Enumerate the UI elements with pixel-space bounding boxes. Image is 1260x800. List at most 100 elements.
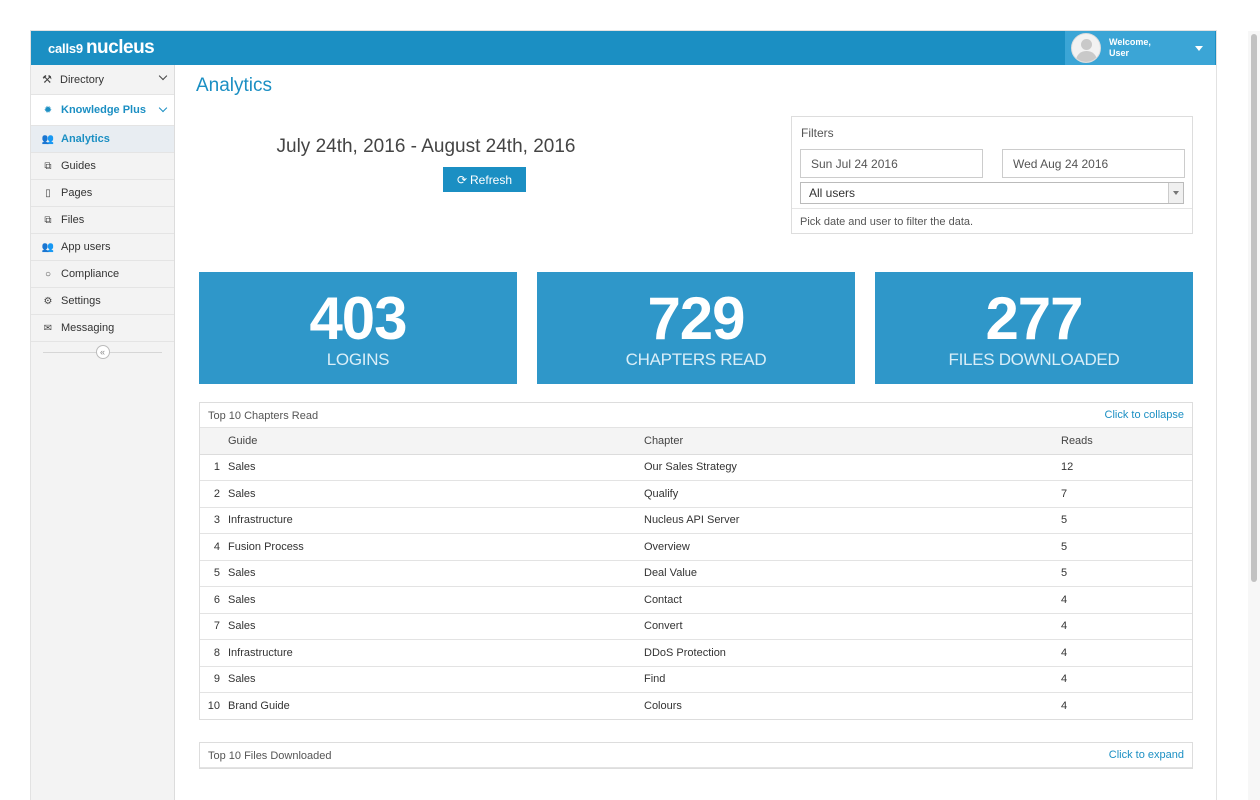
stat-value: 729 xyxy=(647,285,745,352)
stat-card-chapters-read: 729 CHAPTERS READ xyxy=(537,272,855,384)
refresh-icon: ⟳ xyxy=(456,172,468,187)
envelope-icon: ✉ xyxy=(43,322,53,334)
cell-chapter: Convert xyxy=(644,613,1061,640)
cell-guide: Infrastructure xyxy=(228,639,644,667)
sidebar-item-label: Directory xyxy=(60,73,105,86)
cell-reads: 5 xyxy=(1061,560,1192,587)
collapse-sidebar-button[interactable]: « xyxy=(95,345,110,359)
chevron-down-icon xyxy=(158,71,168,81)
sidebar-item-compliance[interactable]: ○ Compliance xyxy=(31,261,174,288)
sidebar-item-label: Analytics xyxy=(61,133,110,145)
app-window: calls9 nucleus Welcome, User ⚒ Directory … xyxy=(31,31,1216,800)
cell-guide: Sales xyxy=(228,666,644,693)
sidebar-item-settings[interactable]: ⚙ Settings xyxy=(31,288,174,315)
date-range: July 24th, 2016 - August 24th, 2016 xyxy=(276,136,576,157)
table-row: 9 Sales Find 4 xyxy=(200,666,1192,693)
scrollbar-thumb[interactable] xyxy=(1251,34,1257,582)
cell-guide: Brand Guide xyxy=(228,700,290,712)
sidebar-item-label: Pages xyxy=(61,187,93,199)
sidebar-item-messaging[interactable]: ✉ Messaging xyxy=(31,315,174,342)
scrollbar[interactable] xyxy=(1248,31,1260,800)
cell-chapter: Our Sales Strategy xyxy=(644,454,1061,481)
start-date-input[interactable] xyxy=(800,149,983,178)
table-row: 2 Sales Qualify 7 xyxy=(200,480,1192,508)
sidebar-item-directory[interactable]: ⚒ Directory xyxy=(31,65,174,95)
sidebar-item-guides[interactable]: ⧉ Guides xyxy=(31,153,174,180)
avatar xyxy=(1071,33,1101,63)
cell-chapter: Qualify xyxy=(644,480,1061,508)
select-arrow-icon xyxy=(1168,183,1183,203)
cell-chapter: Find xyxy=(644,666,1061,693)
cell-reads: 4 xyxy=(1061,666,1192,693)
table-row: 10 Brand Guide Colours 4 xyxy=(200,693,1192,720)
collapse-link[interactable]: Click to collapse xyxy=(1105,409,1184,421)
top-bar: calls9 nucleus Welcome, User xyxy=(31,31,1216,65)
sidebar-item-pages[interactable]: ▯ Pages xyxy=(31,180,174,207)
cell-guide: Sales xyxy=(228,454,644,481)
sidebar-item-files[interactable]: ⧉ Files xyxy=(31,207,174,234)
stat-card-logins: 403 LOGINS xyxy=(199,272,517,384)
sidebar-item-app-users[interactable]: 👥 App users xyxy=(31,234,174,261)
table-row: 7 Sales Convert 4 xyxy=(200,613,1192,640)
sidebar-item-label: Compliance xyxy=(61,268,120,280)
stat-label: LOGINS xyxy=(326,350,390,369)
cell-reads: 4 xyxy=(1061,700,1068,712)
sidebar-item-label: Settings xyxy=(61,295,101,307)
badge-icon: ✹ xyxy=(43,104,53,116)
cell-rank: 6 xyxy=(200,586,228,614)
stat-label: FILES DOWNLOADED xyxy=(948,350,1120,369)
cell-chapter: DDoS Protection xyxy=(644,639,1061,667)
welcome-text: Welcome, User xyxy=(1109,37,1151,58)
cell-chapter: Deal Value xyxy=(644,560,1061,587)
filters-hint: Pick date and user to filter the data. xyxy=(792,208,1192,235)
users-icon: 👥 xyxy=(41,241,55,253)
sidebar-section-knowledge-plus[interactable]: ✹ Knowledge Plus xyxy=(31,95,174,126)
cell-chapter: Nucleus API Server xyxy=(644,507,1061,534)
filters-panel: Filters All users Pick date and user to … xyxy=(791,116,1193,234)
copy-icon: ⧉ xyxy=(44,214,52,226)
table-row: 6 Sales Contact 4 xyxy=(200,586,1192,614)
column-header-chapter[interactable]: Chapter xyxy=(644,428,1061,455)
expand-link[interactable]: Click to expand xyxy=(1109,749,1184,761)
cell-guide: Sales xyxy=(228,586,644,614)
cell-reads: 7 xyxy=(1061,480,1192,508)
cell-rank: 1 xyxy=(200,454,228,481)
user-select[interactable]: All users xyxy=(800,182,1184,204)
table-row: 3 Infrastructure Nucleus API Server 5 xyxy=(200,507,1192,534)
end-date-input[interactable] xyxy=(1002,149,1185,178)
cell-guide: Fusion Process xyxy=(228,533,644,561)
top-files-panel: Top 10 Files Downloaded Click to expand xyxy=(199,742,1193,769)
user-menu[interactable]: Welcome, User xyxy=(1065,31,1215,65)
cell-guide: Sales xyxy=(228,613,644,640)
cell-guide: Sales xyxy=(228,480,644,508)
table-row: 1 Sales Our Sales Strategy 12 xyxy=(200,454,1192,481)
chevron-down-icon xyxy=(1195,45,1203,51)
users-icon: 👥 xyxy=(41,133,55,145)
sidebar-item-analytics[interactable]: 👥 Analytics xyxy=(31,126,174,153)
chevron-down-icon xyxy=(158,103,168,113)
copy-icon: ⧉ xyxy=(44,160,52,172)
table-row: 4 Fusion Process Overview 5 xyxy=(200,533,1192,561)
cell-rank: 9 xyxy=(200,666,228,693)
sidebar-collapse: « xyxy=(31,342,174,362)
filters-title: Filters xyxy=(801,126,834,140)
top-chapters-panel: Top 10 Chapters Read Click to collapse G… xyxy=(199,402,1193,720)
cell-reads: 4 xyxy=(1061,613,1192,640)
cell-reads: 4 xyxy=(1061,586,1192,614)
column-header-reads[interactable]: Reads xyxy=(1061,428,1192,455)
sidebar-item-label: Messaging xyxy=(61,322,115,334)
stat-card-files-downloaded: 277 FILES DOWNLOADED xyxy=(875,272,1193,384)
column-header-guide[interactable]: Guide xyxy=(228,428,644,455)
logo[interactable]: calls9 nucleus xyxy=(48,37,155,59)
cell-rank: 8 xyxy=(200,639,228,667)
column-header-rank xyxy=(200,428,228,455)
stat-value: 403 xyxy=(309,285,407,352)
panel-header: Top 10 Chapters Read Click to collapse xyxy=(200,403,1192,428)
refresh-button[interactable]: ⟳ Refresh xyxy=(443,167,526,192)
stat-value: 277 xyxy=(985,285,1083,352)
cell-chapter: Colours xyxy=(644,700,682,712)
logo-nucleus: nucleus xyxy=(85,37,155,58)
cell-rank: 4 xyxy=(200,533,228,561)
cell-chapter: Overview xyxy=(644,533,1061,561)
cell-reads: 5 xyxy=(1061,507,1192,534)
